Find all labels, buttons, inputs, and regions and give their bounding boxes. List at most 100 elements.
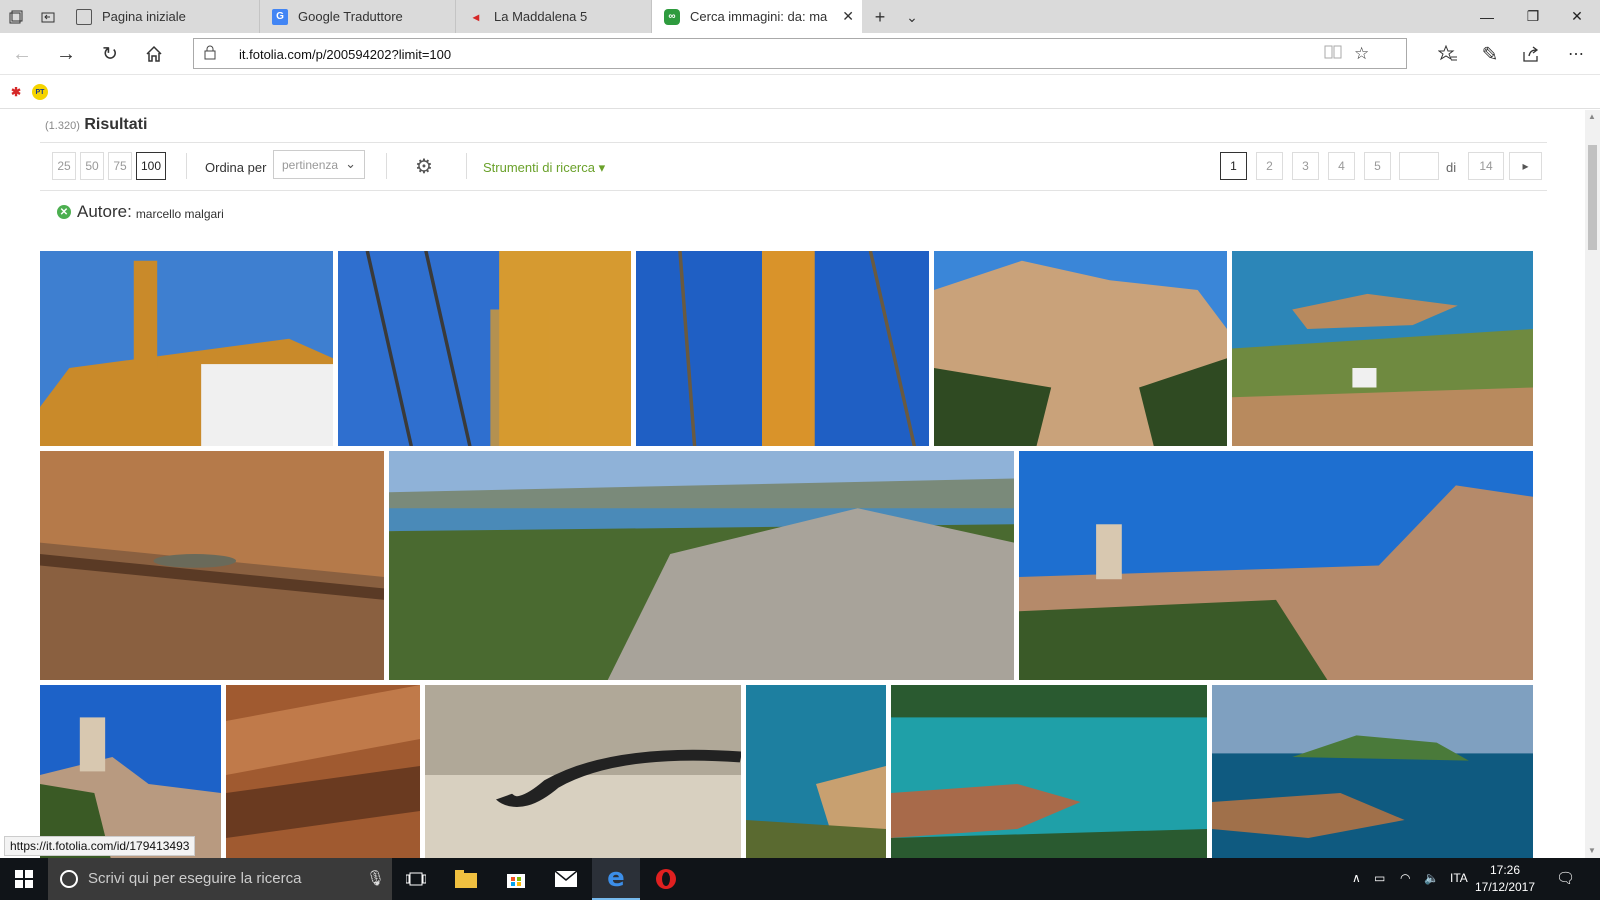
new-tab-icon[interactable]: + bbox=[870, 7, 890, 27]
image-tower-hill[interactable] bbox=[40, 685, 221, 858]
tab-google-translate[interactable]: G Google Traduttore bbox=[260, 0, 456, 33]
address-bar[interactable]: it.fotolia.com/p/200594202?limit=100 ☆ bbox=[193, 38, 1407, 69]
limit-25[interactable]: 25 bbox=[52, 152, 76, 180]
image-tower-rocks[interactable] bbox=[1019, 451, 1533, 680]
scroll-up-icon[interactable]: ▲ bbox=[1588, 112, 1596, 121]
forward-icon[interactable]: → bbox=[52, 41, 80, 67]
restore-icon[interactable]: ❐ bbox=[1510, 0, 1556, 33]
store-icon[interactable] bbox=[492, 858, 540, 900]
wifi-icon[interactable]: ◠ bbox=[1400, 871, 1410, 885]
google-translate-icon: G bbox=[272, 8, 288, 25]
taskbar-search[interactable]: Scrivi qui per eseguire la ricerca 🎙 bbox=[48, 858, 392, 900]
site-icon: ◂ bbox=[472, 9, 480, 24]
results-title: Risultati bbox=[84, 116, 148, 133]
tab-label: Google Traduttore bbox=[298, 9, 403, 24]
image-sea-rocks[interactable] bbox=[891, 685, 1207, 858]
more-actions-icon[interactable]: ⋯ bbox=[1562, 41, 1590, 67]
tab-label: La Maddalena 5 bbox=[494, 9, 588, 24]
input-language[interactable]: ITA bbox=[1450, 871, 1468, 885]
results-count: (1.320) bbox=[45, 120, 80, 132]
vertical-scrollbar[interactable]: ▲ ▼ bbox=[1585, 110, 1600, 858]
minimize-icon[interactable]: — bbox=[1464, 0, 1510, 33]
image-ship-bridge[interactable] bbox=[40, 251, 333, 446]
image-islet-sea[interactable] bbox=[1212, 685, 1533, 858]
favorite-site-icon[interactable]: ✱ bbox=[8, 84, 24, 100]
image-island-landscape[interactable] bbox=[389, 451, 1014, 680]
page-content: (1.320) Risultati 25 50 75 100 Ordina pe… bbox=[0, 110, 1585, 858]
author-name: marcello malgari bbox=[135, 206, 224, 221]
volume-icon[interactable]: 🔈 bbox=[1424, 871, 1439, 885]
back-icon[interactable]: ← bbox=[8, 41, 36, 67]
image-mast-rigging[interactable] bbox=[636, 251, 929, 446]
page-4[interactable]: 4 bbox=[1328, 152, 1355, 180]
remove-filter-icon[interactable]: ✕ bbox=[57, 205, 71, 219]
show-hidden-icons-icon[interactable]: ∧ bbox=[1352, 871, 1361, 885]
image-lizard-rock[interactable] bbox=[40, 451, 384, 680]
url-text[interactable]: it.fotolia.com/p/200594202?limit=100 bbox=[239, 47, 451, 62]
tab-home[interactable]: Pagina iniziale bbox=[64, 0, 260, 33]
clock[interactable]: 17:26 17/12/2017 bbox=[1470, 862, 1540, 896]
clock-date: 17/12/2017 bbox=[1474, 880, 1536, 894]
tab-fotolia-search[interactable]: ∞ Cerca immagini: da: ma ✕ bbox=[652, 0, 862, 33]
scroll-down-icon[interactable]: ▼ bbox=[1588, 846, 1596, 855]
page-last[interactable]: 14 bbox=[1468, 152, 1504, 180]
separator bbox=[466, 153, 467, 179]
next-page-icon[interactable]: ▸ bbox=[1509, 152, 1542, 180]
image-snake[interactable] bbox=[425, 685, 741, 858]
chevron-down-icon: ⌄ bbox=[345, 156, 356, 171]
sort-label: Ordina per bbox=[205, 160, 267, 175]
task-view-icon[interactable] bbox=[392, 858, 440, 900]
search-tools-link[interactable]: Strumenti di ricerca ▾ bbox=[483, 160, 605, 176]
tab-label: Cerca immagini: da: ma bbox=[690, 9, 828, 24]
fotolia-icon: ∞ bbox=[664, 8, 680, 25]
divider bbox=[40, 190, 1547, 191]
page-5[interactable]: 5 bbox=[1364, 152, 1391, 180]
windows-start-icon[interactable] bbox=[0, 858, 48, 900]
reading-view-icon[interactable] bbox=[1324, 44, 1342, 65]
sort-select[interactable]: pertinenza ⌄ bbox=[273, 150, 365, 179]
image-granite-rocks[interactable] bbox=[934, 251, 1227, 446]
home-icon[interactable] bbox=[140, 41, 168, 67]
page-number-input[interactable] bbox=[1399, 152, 1439, 180]
page-1[interactable]: 1 bbox=[1220, 152, 1247, 180]
file-explorer-icon[interactable] bbox=[442, 858, 490, 900]
favorite-pt-icon[interactable]: PT bbox=[32, 84, 48, 100]
scroll-thumb[interactable] bbox=[1588, 145, 1597, 250]
favorites-hub-icon[interactable] bbox=[1434, 41, 1462, 67]
page-3[interactable]: 3 bbox=[1292, 152, 1319, 180]
add-favorite-star-icon[interactable]: ☆ bbox=[1354, 44, 1369, 64]
action-center-icon[interactable]: 🗨 bbox=[1556, 869, 1575, 887]
edge-browser-icon[interactable]: e bbox=[592, 858, 640, 900]
author-filter: ✕ Autore: marcello malgari bbox=[57, 202, 224, 222]
close-tab-icon[interactable]: ✕ bbox=[842, 8, 854, 25]
battery-icon[interactable]: ▭ bbox=[1374, 871, 1385, 885]
web-note-pen-icon[interactable]: ✎ bbox=[1476, 41, 1504, 67]
navigation-bar: ← → ↻ it.fotolia.com/p/200594202?limit=1… bbox=[0, 33, 1600, 75]
tab-bar: Pagina iniziale G Google Traduttore ◂ La… bbox=[0, 0, 1600, 33]
limit-50[interactable]: 50 bbox=[80, 152, 104, 180]
image-coast-vehicle[interactable] bbox=[1232, 251, 1533, 446]
mail-icon[interactable] bbox=[542, 858, 590, 900]
set-aside-tabs-icon[interactable] bbox=[38, 7, 58, 27]
limit-100[interactable]: 100 bbox=[136, 152, 166, 180]
refresh-icon[interactable]: ↻ bbox=[96, 41, 124, 67]
gear-icon[interactable]: ⚙ bbox=[415, 154, 433, 179]
tab-preview-chevron-icon[interactable]: ⌄ bbox=[902, 7, 922, 27]
cortana-icon bbox=[60, 870, 78, 888]
page-2[interactable]: 2 bbox=[1256, 152, 1283, 180]
microphone-icon[interactable]: 🎙 bbox=[366, 869, 385, 887]
opera-icon[interactable] bbox=[642, 858, 690, 900]
tab-manager-icon[interactable] bbox=[6, 7, 26, 27]
favorites-bar: ✱ PT bbox=[0, 75, 1600, 109]
share-icon[interactable] bbox=[1518, 41, 1546, 67]
image-beach-cove[interactable] bbox=[746, 685, 886, 858]
close-window-icon[interactable]: ✕ bbox=[1554, 0, 1600, 33]
separator bbox=[186, 153, 187, 179]
image-rigging-pulley[interactable] bbox=[338, 251, 631, 446]
tab-la-maddalena[interactable]: ◂ La Maddalena 5 bbox=[456, 0, 652, 33]
taskbar: Scrivi qui per eseguire la ricerca 🎙 e ∧… bbox=[0, 858, 1600, 900]
status-url: https://it.fotolia.com/id/179413493 bbox=[4, 836, 196, 856]
sort-value: pertinenza bbox=[282, 158, 339, 172]
limit-75[interactable]: 75 bbox=[108, 152, 132, 180]
image-rock-texture[interactable] bbox=[226, 685, 420, 858]
